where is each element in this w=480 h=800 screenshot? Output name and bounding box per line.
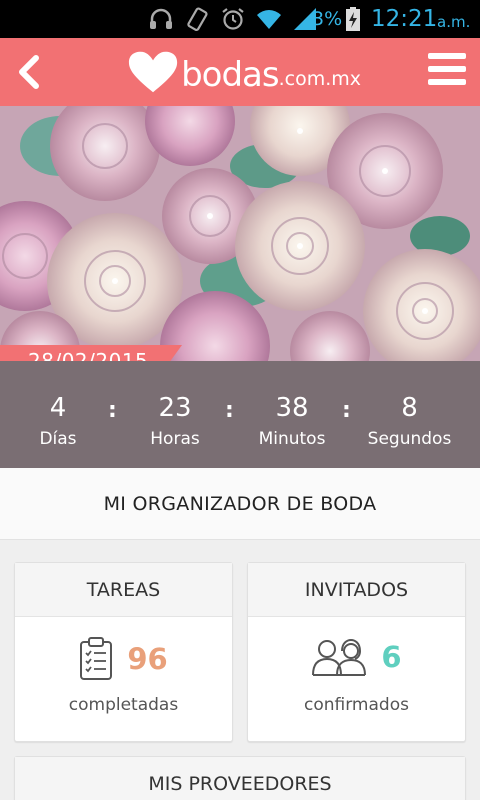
tasks-completed-count: 96 — [127, 642, 168, 676]
guests-confirmed-count: 6 — [381, 640, 402, 674]
countdown-panel: 4 Días : 23 Horas : 38 Minutos : 8 Segun… — [0, 361, 480, 468]
minutes-label: Minutos — [258, 429, 326, 449]
countdown-minutes: 38 Minutos — [252, 392, 332, 449]
seconds-value: 8 — [401, 393, 418, 423]
battery-charging-icon — [346, 7, 360, 31]
status-bar: 3% 12:21 a.m. — [0, 0, 480, 38]
tasks-card-title: TAREAS — [15, 563, 232, 617]
countdown-seconds: 8 Segundos — [362, 392, 457, 449]
hours-value: 23 — [158, 393, 192, 423]
roses-illustration — [0, 106, 480, 361]
clock-ampm: a.m. — [437, 13, 471, 31]
clipboard-checklist-icon — [80, 637, 113, 680]
vendors-card-title: MIS PROVEEDORES — [15, 757, 465, 800]
countdown-separator: : — [108, 398, 117, 423]
vibrate-icon — [187, 7, 208, 32]
hamburger-menu-icon[interactable] — [428, 53, 466, 85]
app-logo: bodas .com.mx — [127, 44, 361, 100]
days-value: 4 — [49, 393, 67, 423]
guests-caption: confirmados — [304, 695, 409, 715]
countdown-separator: : — [225, 398, 234, 423]
logo-text: bodas — [181, 55, 280, 95]
status-icons — [148, 6, 318, 32]
alarm-icon — [222, 8, 244, 30]
couple-icon — [312, 638, 367, 676]
hours-label: Horas — [150, 429, 200, 449]
countdown-days: 4 Días — [28, 392, 88, 449]
tasks-card[interactable]: TAREAS 96 completadas — [14, 562, 233, 742]
chevron-left-icon[interactable] — [14, 54, 42, 90]
guests-card[interactable]: INVITADOS 6 confirmados — [247, 562, 466, 742]
vendors-card[interactable]: MIS PROVEEDORES — [14, 756, 466, 800]
tasks-caption: completadas — [68, 695, 179, 715]
heart-logo-icon — [128, 51, 178, 93]
seconds-label: Segundos — [367, 429, 452, 449]
guests-card-title: INVITADOS — [248, 563, 465, 617]
organizer-title: MI ORGANIZADOR DE BODA — [103, 492, 377, 515]
minutes-value: 38 — [275, 393, 309, 423]
organizer-section-title: MI ORGANIZADOR DE BODA — [0, 468, 480, 540]
wifi-icon — [257, 10, 281, 30]
days-label: Días — [39, 429, 77, 449]
battery-percent: 3% — [312, 8, 343, 30]
hero-bouquet-image — [0, 106, 480, 361]
countdown-separator: : — [342, 398, 351, 423]
headset-icon — [150, 8, 172, 29]
countdown-hours: 23 Horas — [140, 392, 210, 449]
logo-domain: .com.mx — [278, 68, 361, 90]
app-header: bodas .com.mx — [0, 38, 480, 106]
clock-time: 12:21 — [371, 6, 438, 32]
